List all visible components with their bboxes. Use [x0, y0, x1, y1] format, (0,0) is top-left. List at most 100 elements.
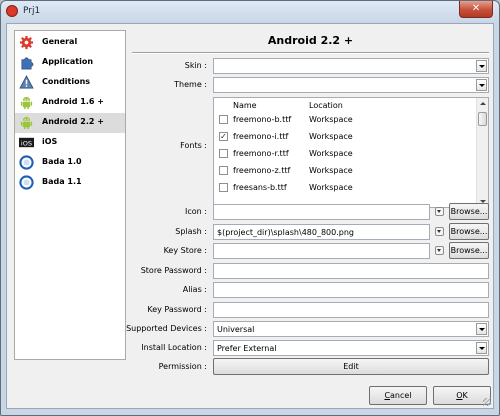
title-bar[interactable]: Prj1 ✕ — [1, 1, 499, 23]
skin-combo[interactable] — [213, 58, 489, 74]
sidebar-item-android-16[interactable]: Android 1.6 + — [15, 93, 125, 113]
store-password-label: Store Password : — [140, 266, 207, 275]
app-icon — [6, 5, 18, 17]
supported-devices-value: Universal — [217, 325, 255, 334]
splash-dropdown-icon[interactable] — [435, 227, 444, 236]
font-location: Workspace — [309, 115, 353, 124]
ios-icon: iOS — [19, 137, 34, 147]
window-title: Prj1 — [23, 6, 41, 16]
splash-value: $(project_dir)\splash\480_800.png — [217, 228, 354, 237]
cancel-label: ancel — [390, 391, 412, 400]
dialog-client: General Application Conditions Android 1… — [6, 23, 494, 409]
font-row[interactable]: freesans-b.ttf Workspace — [214, 180, 476, 195]
font-location: Workspace — [309, 149, 353, 158]
gear-icon — [19, 35, 34, 50]
key-store-input[interactable] — [213, 243, 430, 259]
key-store-dropdown-icon[interactable] — [435, 246, 444, 255]
install-location-combo[interactable]: Prefer External — [213, 340, 489, 356]
theme-combo[interactable] — [213, 77, 489, 93]
close-button[interactable]: ✕ — [459, 1, 493, 18]
font-row[interactable]: freemono-b.ttf Workspace — [214, 112, 476, 127]
key-store-label: Key Store : — [163, 246, 207, 255]
alias-input[interactable] — [213, 282, 489, 298]
font-row[interactable]: ✓ freemono-i.ttf Workspace — [214, 129, 476, 144]
chevron-down-icon[interactable] — [476, 342, 487, 354]
font-checkbox[interactable] — [219, 183, 228, 192]
store-password-input[interactable] — [213, 263, 489, 279]
font-checkbox[interactable] — [219, 115, 228, 124]
key-store-browse-button[interactable]: Browse... — [449, 242, 489, 259]
splash-input[interactable]: $(project_dir)\splash\480_800.png — [213, 224, 430, 240]
font-name: freemono-r.ttf — [233, 149, 289, 158]
font-location: Workspace — [309, 166, 353, 175]
sidebar-item-label: Application — [42, 57, 94, 66]
sidebar-item-ios[interactable]: iOS iOS — [15, 133, 125, 153]
bada-icon — [19, 155, 34, 170]
splash-label: Splash : — [175, 227, 207, 236]
warning-icon — [19, 75, 34, 89]
sidebar-item-android-22[interactable]: Android 2.2 + — [15, 113, 125, 133]
font-name: freesans-b.ttf — [233, 183, 287, 192]
splash-browse-button[interactable]: Browse... — [449, 223, 489, 240]
android-icon — [20, 116, 33, 130]
install-location-label: Install Location : — [141, 343, 207, 352]
sidebar-item-application[interactable]: Application — [15, 53, 125, 73]
sidebar: General Application Conditions Android 1… — [14, 30, 126, 360]
page-title: Android 2.2 + — [267, 34, 354, 47]
bada-icon — [19, 175, 34, 190]
column-header-name[interactable]: Name — [233, 101, 257, 110]
fonts-list[interactable]: Name Location freemono-b.ttf Workspace ✓… — [213, 97, 489, 208]
ok-label: K — [462, 391, 468, 400]
column-header-location[interactable]: Location — [309, 101, 343, 110]
sidebar-item-label: General — [42, 37, 78, 46]
icon-dropdown-icon[interactable] — [435, 207, 444, 216]
sidebar-item-label: Conditions — [42, 77, 91, 86]
fonts-list-header: Name Location — [214, 98, 476, 112]
theme-label: Theme : — [174, 80, 207, 89]
dialog-window: Prj1 ✕ General Application Conditions An… — [0, 0, 500, 416]
sidebar-item-label: Bada 1.1 — [42, 177, 82, 186]
install-location-value: Prefer External — [217, 344, 277, 353]
icon-label: Icon : — [185, 207, 207, 216]
chevron-down-icon[interactable] — [476, 79, 487, 91]
supported-devices-label: Supported Devices : — [126, 324, 207, 333]
sidebar-item-label: Android 2.2 + — [42, 117, 104, 126]
permission-label: Permission : — [158, 362, 207, 371]
svg-text:iOS: iOS — [21, 139, 32, 147]
icon-input[interactable] — [213, 204, 430, 220]
sidebar-item-bada-11[interactable]: Bada 1.1 — [15, 173, 125, 193]
chevron-down-icon[interactable] — [476, 60, 487, 72]
font-location: Workspace — [309, 132, 353, 141]
skin-label: Skin : — [184, 61, 207, 70]
font-name: freemono-z.ttf — [233, 166, 291, 175]
android-icon — [20, 96, 33, 110]
font-checkbox[interactable] — [219, 166, 228, 175]
sidebar-item-label: Android 1.6 + — [42, 97, 104, 106]
font-row[interactable]: freemono-r.ttf Workspace — [214, 146, 476, 161]
fonts-label: Fonts : — [180, 141, 207, 150]
fonts-scrollbar[interactable] — [476, 98, 488, 207]
key-password-label: Key Password : — [147, 305, 207, 314]
scroll-thumb[interactable] — [478, 112, 487, 126]
sidebar-item-label: iOS — [42, 137, 58, 146]
font-checkbox[interactable]: ✓ — [219, 132, 228, 141]
icon-browse-button[interactable]: Browse... — [449, 203, 489, 220]
sidebar-item-conditions[interactable]: Conditions — [15, 73, 125, 93]
puzzle-icon — [21, 57, 34, 70]
font-row[interactable]: freemono-z.ttf Workspace — [214, 163, 476, 178]
supported-devices-combo[interactable]: Universal — [213, 321, 489, 337]
cancel-button[interactable]: Cancel — [369, 386, 427, 405]
resize-grip[interactable] — [483, 398, 491, 406]
scroll-up-icon[interactable] — [480, 102, 486, 105]
sidebar-item-bada-10[interactable]: Bada 1.0 — [15, 153, 125, 173]
key-password-input[interactable] — [213, 302, 489, 318]
sidebar-item-label: Bada 1.0 — [42, 157, 82, 166]
font-location: Workspace — [309, 183, 353, 192]
chevron-down-icon[interactable] — [476, 323, 487, 335]
font-name: freemono-i.ttf — [233, 132, 289, 141]
font-name: freemono-b.ttf — [233, 115, 292, 124]
font-checkbox[interactable] — [219, 149, 228, 158]
sidebar-item-general[interactable]: General — [15, 33, 125, 53]
alias-label: Alias : — [182, 285, 207, 294]
permission-edit-button[interactable]: Edit — [213, 358, 489, 375]
